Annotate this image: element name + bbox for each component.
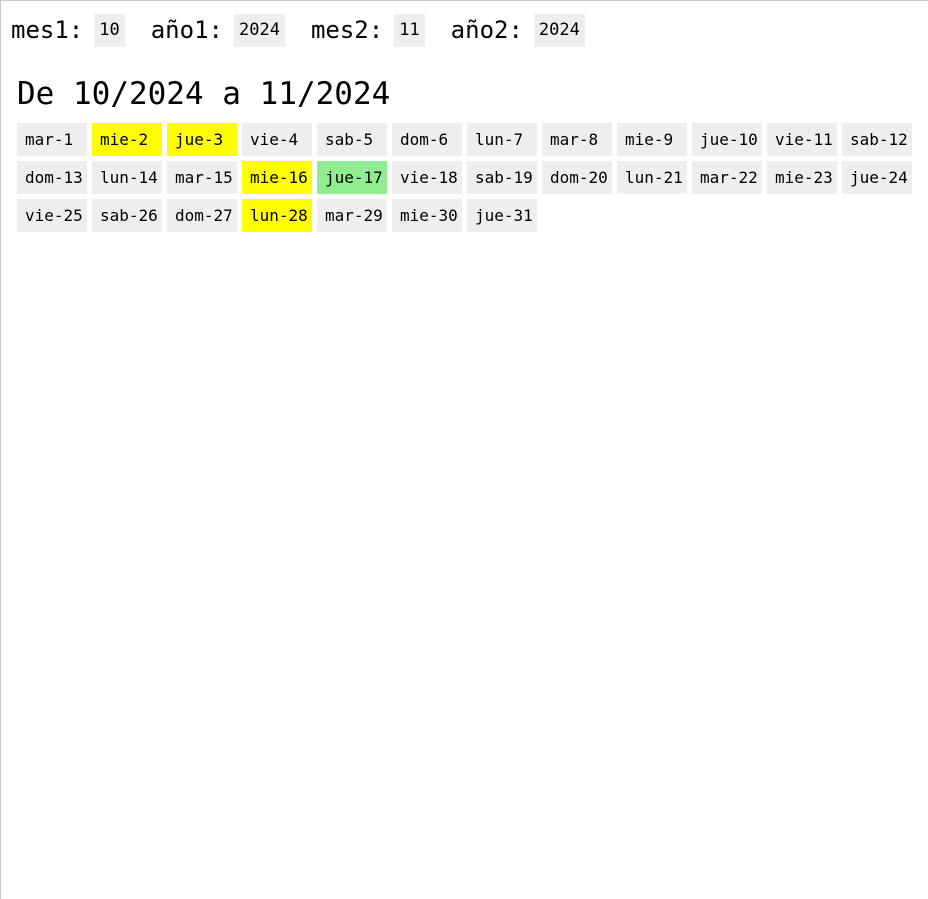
day-cell[interactable]: dom-20 — [542, 161, 612, 194]
day-cell[interactable]: jue-10 — [692, 123, 762, 156]
mes2-label: mes2: — [310, 16, 384, 44]
day-cell[interactable]: dom-6 — [392, 123, 462, 156]
day-cell[interactable]: mar-22 — [692, 161, 762, 194]
day-cell[interactable]: dom-13 — [17, 161, 87, 194]
day-cell[interactable]: mie-16 — [242, 161, 312, 194]
day-cell[interactable]: mie-30 — [392, 199, 462, 232]
day-cell[interactable]: sab-19 — [467, 161, 537, 194]
day-cell[interactable]: lun-21 — [617, 161, 687, 194]
day-cell[interactable]: sab-5 — [317, 123, 387, 156]
anio2-label: año2: — [450, 16, 523, 44]
day-cell[interactable]: jue-17 — [317, 161, 387, 194]
day-cell[interactable]: mie-9 — [617, 123, 687, 156]
day-cell[interactable]: lun-28 — [242, 199, 312, 232]
day-cell[interactable]: vie-11 — [767, 123, 837, 156]
day-cell[interactable]: mie-23 — [767, 161, 837, 194]
anio2-field[interactable]: 2024 — [533, 13, 585, 47]
day-cell[interactable]: sab-26 — [92, 199, 162, 232]
day-cell[interactable]: mar-15 — [167, 161, 237, 194]
day-cell[interactable]: lun-7 — [467, 123, 537, 156]
day-cell[interactable]: vie-4 — [242, 123, 312, 156]
range-heading: De 10/2024 a 11/2024 — [17, 76, 391, 112]
mes1-label: mes1: — [11, 16, 84, 44]
day-cell[interactable]: vie-25 — [17, 199, 87, 232]
month-year-controls: mes1: 10 año1: 2024 mes2: 11 año2: 2024 — [11, 13, 611, 47]
anio1-field[interactable]: 2024 — [233, 13, 285, 47]
anio1-label: año1: — [150, 16, 223, 44]
day-cell[interactable]: mar-8 — [542, 123, 612, 156]
day-cell[interactable]: mie-2 — [92, 123, 162, 156]
day-cell[interactable]: jue-31 — [467, 199, 537, 232]
day-cell[interactable]: jue-3 — [167, 123, 237, 156]
day-cell[interactable]: mar-29 — [317, 199, 387, 232]
mes1-field[interactable]: 10 — [94, 13, 125, 47]
day-cell[interactable]: dom-27 — [167, 199, 237, 232]
day-cell[interactable]: sab-12 — [842, 123, 912, 156]
day-grid: mar-1 mie-2 jue-3 vie-4 sab-5 dom-6 lun-7 mar-8… — [17, 123, 917, 232]
day-cell[interactable]: lun-14 — [92, 161, 162, 194]
mes2-field[interactable]: 11 — [394, 13, 425, 47]
day-cell[interactable]: jue-24 — [842, 161, 912, 194]
day-cell[interactable]: mar-1 — [17, 123, 87, 156]
day-cell[interactable]: vie-18 — [392, 161, 462, 194]
